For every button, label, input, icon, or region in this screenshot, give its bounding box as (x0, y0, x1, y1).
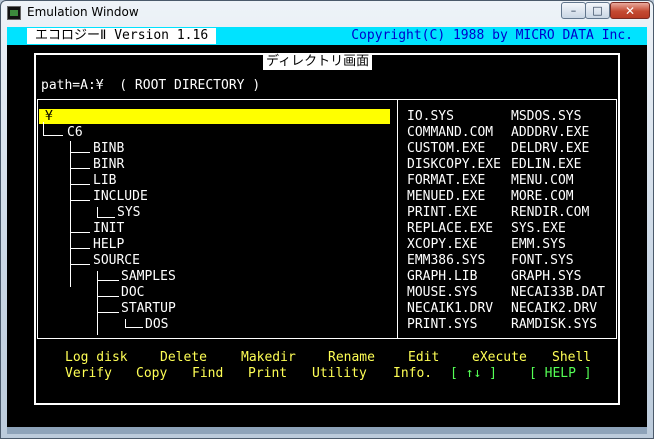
directory-tree[interactable]: ¥ C6 BINB BINR LIB INCLUDE SYS INIT HELP… (37, 109, 397, 339)
status-strip (7, 411, 647, 427)
maximize-button[interactable]: □ (585, 2, 610, 19)
close-icon: ✕ (624, 3, 636, 18)
file-item[interactable]: MENU.COM (511, 173, 574, 189)
copyright: Copyright(C) 1988 by MICRO DATA Inc. (351, 28, 633, 43)
tree-line (70, 200, 90, 201)
tree-line (125, 327, 143, 328)
tree-item-init[interactable]: INIT (93, 221, 124, 237)
tree-item-help[interactable]: HELP (93, 237, 124, 253)
file-item[interactable]: GRAPH.LIB (407, 269, 477, 285)
tree-item-doc[interactable]: DOC (121, 285, 144, 301)
tree-line (70, 184, 90, 185)
tree-item-dos[interactable]: DOS (145, 317, 168, 333)
menu-execute[interactable]: eXecute (472, 350, 527, 366)
minimize-button[interactable]: – (561, 2, 586, 19)
tree-line (97, 296, 119, 297)
emulator-screen[interactable]: エコロジーⅡ Version 1.16 Copyright(C) 1988 by… (7, 27, 647, 427)
file-item[interactable]: IO.SYS (407, 109, 454, 125)
tree-line (70, 168, 90, 169)
tree-line (70, 232, 90, 233)
file-item[interactable]: MORE.COM (511, 189, 574, 205)
file-item[interactable]: FORMAT.EXE (407, 173, 485, 189)
window-bottom-border (7, 427, 647, 434)
tree-line (97, 280, 119, 281)
tree-item-sys[interactable]: SYS (117, 205, 140, 221)
menu-utility[interactable]: Utility (312, 366, 367, 382)
emulation-window: Emulation Window – □ ✕ エコロジーⅡ Version 1.… (0, 0, 654, 439)
menu-rename[interactable]: Rename (328, 350, 375, 366)
close-button[interactable]: ✕ (610, 2, 650, 19)
title-bar[interactable]: Emulation Window – □ ✕ (1, 1, 653, 25)
window-title: Emulation Window (27, 5, 139, 19)
tree-selection (39, 109, 390, 124)
tree-line (70, 248, 90, 249)
menu-log-disk[interactable]: Log disk (65, 350, 128, 366)
file-item[interactable]: NECAI33B.DAT (511, 285, 605, 301)
app-name: エコロジーⅡ Version 1.16 (27, 28, 217, 44)
menu-shell[interactable]: Shell (552, 350, 591, 366)
file-item[interactable]: MENUED.EXE (407, 189, 485, 205)
menu-find[interactable]: Find (192, 366, 223, 382)
tree-line (70, 152, 90, 153)
file-item[interactable]: PRINT.EXE (407, 205, 477, 221)
panel-divider (397, 99, 398, 339)
file-item[interactable]: COMMAND.COM (407, 125, 493, 141)
file-item[interactable]: RAMDISK.SYS (511, 317, 597, 333)
menu-help[interactable]: [ HELP ] (529, 366, 592, 382)
tree-line (70, 141, 71, 287)
menu-arrows-hint: [ ↑↓ ] (450, 366, 497, 381)
tree-item-include[interactable]: INCLUDE (93, 189, 148, 205)
tree-line (70, 264, 90, 265)
header-bar: エコロジーⅡ Version 1.16 Copyright(C) 1988 by… (7, 27, 647, 45)
menu-print[interactable]: Print (248, 366, 287, 382)
tree-item-binb[interactable]: BINB (93, 141, 124, 157)
file-item[interactable]: GRAPH.SYS (511, 269, 581, 285)
file-item[interactable]: FONT.SYS (511, 253, 574, 269)
file-item[interactable]: ADDDRV.EXE (511, 125, 589, 141)
file-item[interactable]: MOUSE.SYS (407, 285, 477, 301)
menu-copy[interactable]: Copy (136, 366, 167, 382)
maximize-icon: □ (592, 4, 603, 17)
screen-caption: ディレクトリ画面 (263, 54, 373, 70)
tree-item-root[interactable]: ¥ (45, 109, 53, 125)
file-item[interactable]: MSDOS.SYS (511, 109, 581, 125)
tree-item-startup[interactable]: STARTUP (121, 301, 176, 317)
file-item[interactable]: CUSTOM.EXE (407, 141, 485, 157)
minimize-icon: – (570, 4, 577, 17)
file-item[interactable]: DELDRV.EXE (511, 141, 589, 157)
menu-makedir[interactable]: Makedir (241, 350, 296, 366)
menu-edit[interactable]: Edit (408, 350, 439, 366)
file-item[interactable]: DISKCOPY.EXE (407, 157, 501, 173)
tree-line (97, 312, 119, 313)
tree-item-binr[interactable]: BINR (93, 157, 124, 173)
file-item[interactable]: NECAIK2.DRV (511, 301, 597, 317)
command-menu: Log disk Delete Makedir Rename Edit eXec… (7, 347, 647, 387)
tree-item-source[interactable]: SOURCE (93, 253, 140, 269)
path-line: path=A:¥ ( ROOT DIRECTORY ) (41, 78, 261, 93)
app-icon (7, 6, 21, 20)
tree-line (97, 207, 98, 217)
file-item[interactable]: EMM386.SYS (407, 253, 485, 269)
menu-verify[interactable]: Verify (65, 366, 112, 382)
file-item[interactable]: PRINT.SYS (407, 317, 477, 333)
tree-line (43, 135, 63, 136)
file-item[interactable]: REPLACE.EXE (407, 221, 493, 237)
tree-line (125, 319, 126, 327)
menu-delete[interactable]: Delete (160, 350, 207, 366)
file-item[interactable]: SYS.EXE (511, 221, 566, 237)
file-item[interactable]: RENDIR.COM (511, 205, 589, 221)
tree-line (43, 122, 44, 135)
file-item[interactable]: EMM.SYS (511, 237, 566, 253)
file-item[interactable]: XCOPY.EXE (407, 237, 477, 253)
tree-item-lib[interactable]: LIB (93, 173, 116, 189)
file-item[interactable]: EDLIN.EXE (511, 157, 581, 173)
tree-item-c6[interactable]: C6 (67, 125, 83, 141)
file-item[interactable]: NECAIK1.DRV (407, 301, 493, 317)
menu-info[interactable]: Info. (393, 366, 432, 382)
tree-item-samples[interactable]: SAMPLES (121, 269, 176, 285)
tree-line (97, 217, 115, 218)
